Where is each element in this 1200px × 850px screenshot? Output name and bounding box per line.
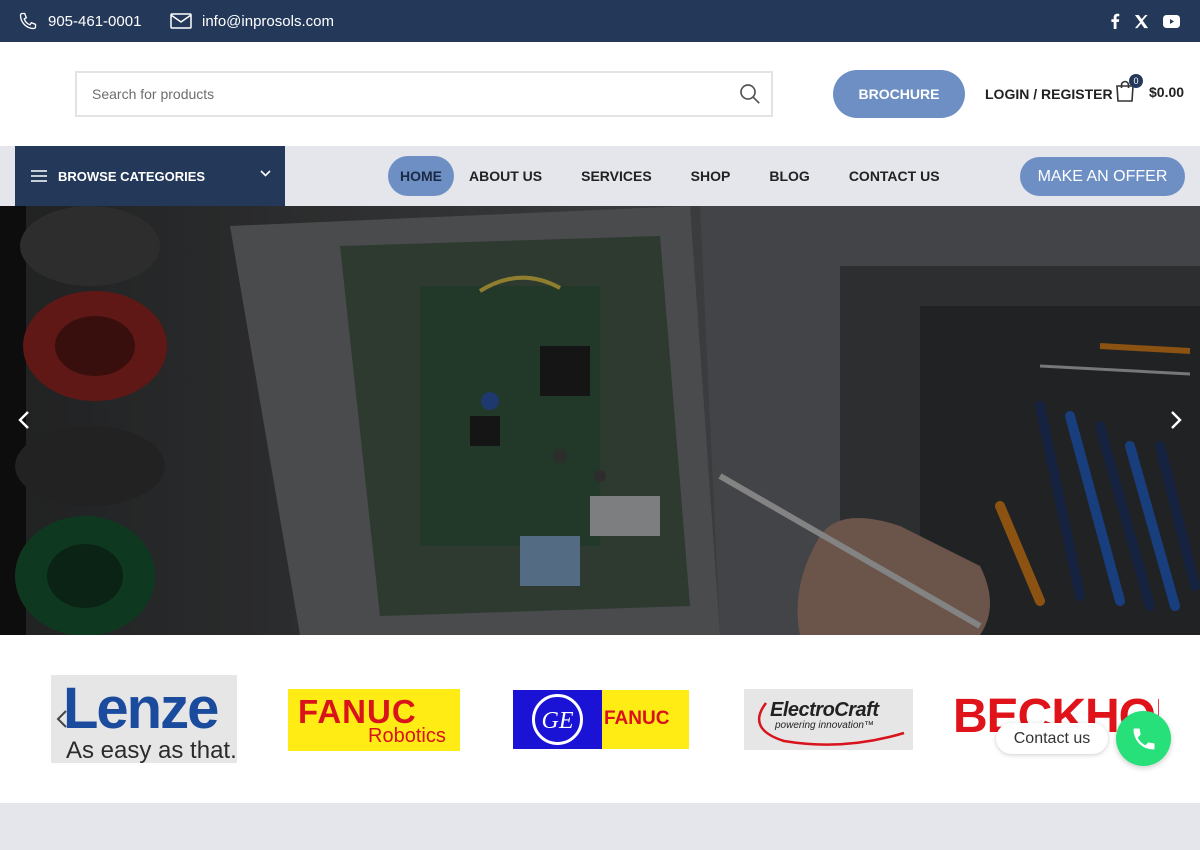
search-bar (75, 71, 773, 117)
hamburger-menu-icon (31, 170, 47, 182)
phone-call-icon (1133, 728, 1154, 749)
phone-number: 905-461-0001 (48, 12, 142, 30)
top-bar: 905-461-0001 info@inprosols.com (0, 0, 1200, 42)
ge-fanuc-wordmark: FANUC (604, 708, 670, 729)
hero-image (0, 206, 1200, 635)
email-address: info@inprosols.com (202, 12, 334, 30)
cart-widget[interactable]: 0 $0.00 (1115, 74, 1185, 104)
main-nav-bar: BROWSE CATEGORIES HOME ABOUT US SERVICES… (0, 146, 1200, 206)
brochure-button[interactable]: BROCHURE (833, 70, 965, 118)
envelope-icon (170, 13, 192, 29)
nav-services[interactable]: SERVICES (569, 156, 664, 196)
search-input[interactable] (77, 73, 697, 115)
make-an-offer-button[interactable]: MAKE AN OFFER (1020, 157, 1185, 196)
section-divider-band (0, 803, 1200, 850)
facebook-icon[interactable] (1110, 13, 1120, 29)
call-button[interactable] (1116, 711, 1171, 766)
nav-shop[interactable]: SHOP (679, 156, 743, 196)
site-header: BROCHURE LOGIN / REGISTER 0 $0.00 (0, 42, 1200, 146)
nav-blog[interactable]: BLOG (757, 156, 821, 196)
lenze-tagline: As easy as that. (66, 737, 237, 763)
phone-contact[interactable]: 905-461-0001 (18, 0, 141, 42)
nav-about-us[interactable]: ABOUT US (457, 156, 554, 196)
brand-carousel-prev-icon[interactable] (56, 709, 68, 729)
cart-total: $0.00 (1149, 84, 1185, 100)
brand-logo-ge-fanuc[interactable]: GE FANUC (513, 690, 689, 749)
chevron-right-icon (1171, 411, 1182, 429)
hero-slider (0, 206, 1200, 635)
cart-count-badge: 0 (1129, 74, 1143, 88)
browse-categories-label: BROWSE CATEGORIES (58, 168, 206, 184)
ge-logo-block: GE (513, 690, 602, 749)
browse-categories-button[interactable]: BROWSE CATEGORIES (15, 146, 285, 206)
nav-home[interactable]: HOME (388, 156, 454, 196)
lenze-wordmark: Lenze (63, 676, 219, 741)
nav-contact-us[interactable]: CONTACT US (837, 156, 952, 196)
svg-text:GE: GE (542, 708, 574, 734)
brand-logo-electrocraft[interactable]: ElectroCraft powering innovation™ (744, 689, 913, 750)
electrocraft-swoosh (757, 702, 905, 746)
brand-logo-lenze[interactable]: Lenze As easy as that. (51, 675, 237, 763)
brand-carousel: Lenze As easy as that. FANUC Robotics GE… (0, 635, 1200, 803)
primary-menu: HOME ABOUT US SERVICES SHOP BLOG CONTACT… (388, 156, 967, 196)
chevron-left-icon (18, 411, 29, 429)
brand-logo-fanuc-robotics[interactable]: FANUC Robotics (288, 689, 460, 751)
phone-icon (19, 12, 37, 30)
chevron-down-icon (260, 170, 271, 177)
x-twitter-icon[interactable] (1134, 14, 1149, 29)
youtube-icon[interactable] (1163, 14, 1180, 28)
login-register-link[interactable]: LOGIN / REGISTER (985, 86, 1113, 102)
search-icon[interactable] (739, 83, 761, 105)
cart-bag-icon: 0 (1115, 74, 1143, 104)
slider-prev-arrow[interactable] (14, 406, 34, 434)
ge-monogram-icon: GE (532, 694, 583, 745)
social-links (1110, 0, 1180, 42)
slider-next-arrow[interactable] (1166, 406, 1186, 434)
contact-us-bubble[interactable]: Contact us (996, 723, 1108, 754)
fanuc-robotics-sub: Robotics (368, 725, 446, 747)
email-contact[interactable]: info@inprosols.com (170, 0, 334, 42)
